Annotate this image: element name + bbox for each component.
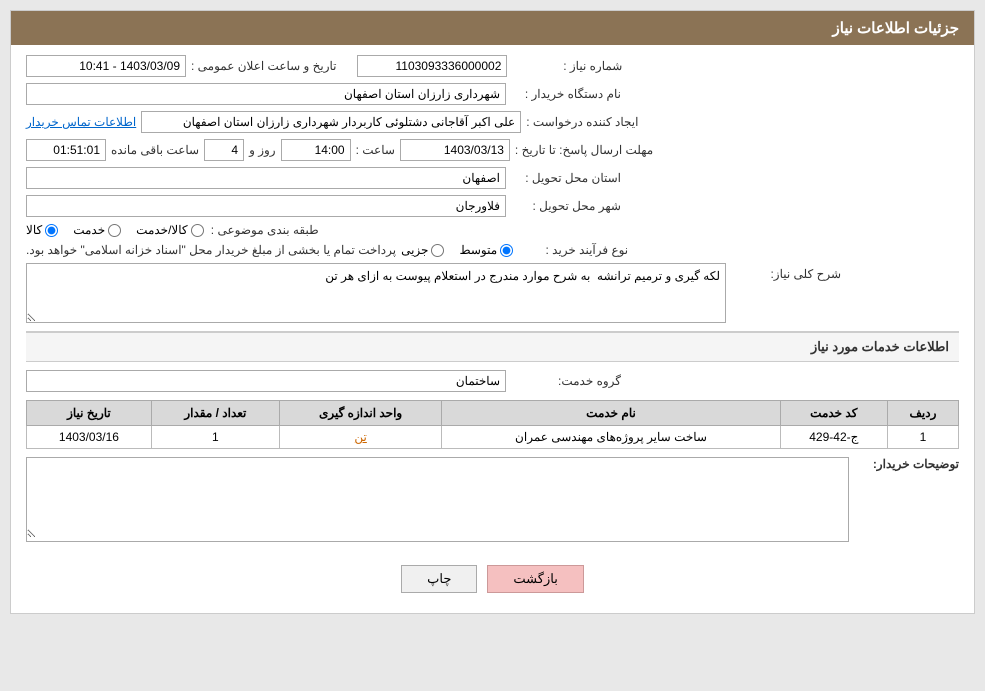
service-group-input[interactable] xyxy=(26,370,506,392)
description-textarea[interactable]: لکه گیری و ترمیم ترانشه به شرح موارد مند… xyxy=(26,263,726,323)
buttons-row: بازگشت چاپ xyxy=(26,555,959,603)
col-service-code: کد خدمت xyxy=(780,401,887,426)
category-label: طبقه بندی موضوعی : xyxy=(209,223,319,237)
purchase-note: پرداخت تمام یا بخشی از مبلغ خریدار محل "… xyxy=(26,243,396,257)
buyer-dept-input[interactable] xyxy=(26,83,506,105)
buyer-dept-label: نام دستگاه خریدار : xyxy=(511,87,621,101)
services-table: ردیف کد خدمت نام خدمت واحد اندازه گیری ت… xyxy=(26,400,959,449)
category-option-2: خدمت xyxy=(73,223,121,237)
description-label: شرح کلی نیاز: xyxy=(731,263,841,281)
category-option-3: کالا/خدمت xyxy=(136,223,203,237)
category-label-kala: کالا xyxy=(26,223,42,237)
requester-row: ایجاد کننده درخواست : اطلاعات تماس خریدا… xyxy=(26,111,959,133)
request-number-input[interactable] xyxy=(357,55,507,77)
col-quantity: تعداد / مقدار xyxy=(151,401,279,426)
city-input[interactable] xyxy=(26,195,506,217)
deadline-label: مهلت ارسال پاسخ: تا تاریخ : xyxy=(515,143,653,157)
request-number-label: شماره نیاز : xyxy=(512,59,622,73)
remaining-time-input[interactable] xyxy=(26,139,106,161)
print-button[interactable]: چاپ xyxy=(401,565,477,593)
province-row: استان محل تحویل : xyxy=(26,167,959,189)
purchase-type-label: نوع فرآیند خرید : xyxy=(518,243,628,257)
announce-label: تاریخ و ساعت اعلان عمومی : xyxy=(191,59,337,73)
category-radio-group: کالا/خدمت خدمت کالا xyxy=(26,223,204,237)
category-label-khidmat: خدمت xyxy=(73,223,105,237)
service-group-label: گروه خدمت: xyxy=(511,374,621,388)
purchase-radio-medium[interactable] xyxy=(500,244,513,257)
announce-input[interactable] xyxy=(26,55,186,77)
service-group-row: گروه خدمت: xyxy=(26,370,959,392)
page-header: جزئیات اطلاعات نیاز xyxy=(11,11,974,45)
requester-input[interactable] xyxy=(141,111,521,133)
purchase-option-1: جزیی xyxy=(401,243,444,257)
page-title: جزئیات اطلاعات نیاز xyxy=(833,20,960,37)
cell-date: 1403/03/16 xyxy=(27,426,152,449)
table-row: 1 ج-42-429 ساخت سایر پروژه‌های مهندسی عم… xyxy=(27,426,959,449)
back-button[interactable]: بازگشت xyxy=(487,565,583,593)
col-date: تاریخ نیاز xyxy=(27,401,152,426)
category-row: طبقه بندی موضوعی : کالا/خدمت خدمت کالا xyxy=(26,223,959,237)
main-container: جزئیات اطلاعات نیاز شماره نیاز : تاریخ و… xyxy=(10,10,975,614)
purchase-type-radio-group: متوسط جزیی xyxy=(401,243,513,257)
category-radio-kala[interactable] xyxy=(45,224,58,237)
col-row-num: ردیف xyxy=(887,401,958,426)
services-table-section: ردیف کد خدمت نام خدمت واحد اندازه گیری ت… xyxy=(26,400,959,449)
city-row: شهر محل تحویل : xyxy=(26,195,959,217)
purchase-radio-small[interactable] xyxy=(431,244,444,257)
remaining-label: ساعت باقی مانده xyxy=(111,143,199,157)
purchase-type-row: نوع فرآیند خرید : متوسط جزیی پرداخت تمام… xyxy=(26,243,959,257)
cell-service-code: ج-42-429 xyxy=(780,426,887,449)
buyer-notes-label: توضیحات خریدار: xyxy=(859,457,959,471)
deadline-date-input[interactable] xyxy=(400,139,510,161)
description-row: شرح کلی نیاز: لکه گیری و ترمیم ترانشه به… xyxy=(26,263,959,323)
buyer-notes-row: توضیحات خریدار: xyxy=(26,457,959,547)
buyer-dept-row: نام دستگاه خریدار : xyxy=(26,83,959,105)
purchase-label-medium: متوسط xyxy=(459,243,497,257)
days-input[interactable] xyxy=(204,139,244,161)
requester-contact-link[interactable]: اطلاعات تماس خریدار xyxy=(26,115,136,129)
city-label: شهر محل تحویل : xyxy=(511,199,621,213)
province-label: استان محل تحویل : xyxy=(511,171,621,185)
category-label-khidmat-kala: کالا/خدمت xyxy=(136,223,187,237)
purchase-label-small: جزیی xyxy=(401,243,428,257)
province-input[interactable] xyxy=(26,167,506,189)
deadline-row: مهلت ارسال پاسخ: تا تاریخ : ساعت : روز و… xyxy=(26,139,959,161)
days-label: روز و xyxy=(249,143,276,157)
cell-quantity: 1 xyxy=(151,426,279,449)
requester-label: ایجاد کننده درخواست : xyxy=(526,115,638,129)
deadline-time-label: ساعت : xyxy=(356,143,395,157)
cell-service-name: ساخت سایر پروژه‌های مهندسی عمران xyxy=(442,426,780,449)
content-area: شماره نیاز : تاریخ و ساعت اعلان عمومی : … xyxy=(11,45,974,613)
cell-row-num: 1 xyxy=(887,426,958,449)
col-unit: واحد اندازه گیری xyxy=(279,401,441,426)
purchase-option-2: متوسط xyxy=(459,243,513,257)
buyer-notes-textarea[interactable] xyxy=(27,458,848,538)
col-service-name: نام خدمت xyxy=(442,401,780,426)
category-radio-khidmat[interactable] xyxy=(108,224,121,237)
buyer-notes-area xyxy=(26,457,849,542)
deadline-time-input[interactable] xyxy=(281,139,351,161)
cell-unit[interactable]: تن xyxy=(279,426,441,449)
category-radio-khidmat-kala[interactable] xyxy=(191,224,204,237)
category-option-1: کالا xyxy=(26,223,58,237)
table-header-row: ردیف کد خدمت نام خدمت واحد اندازه گیری ت… xyxy=(27,401,959,426)
services-section-title: اطلاعات خدمات مورد نیاز xyxy=(26,331,959,362)
request-row: شماره نیاز : تاریخ و ساعت اعلان عمومی : xyxy=(26,55,959,77)
